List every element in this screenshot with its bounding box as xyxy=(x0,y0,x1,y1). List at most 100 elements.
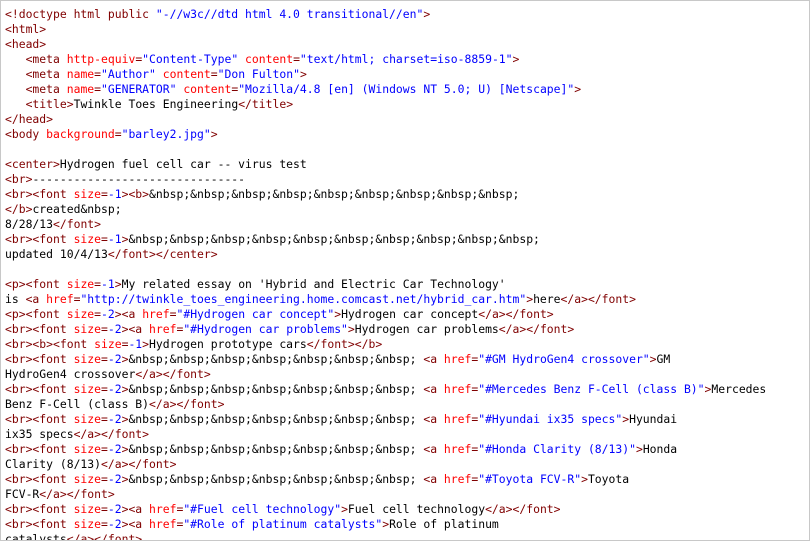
tag-token: = xyxy=(101,502,108,516)
tag-token: = xyxy=(94,82,102,96)
attribute-token: href xyxy=(149,502,177,516)
text-token: here xyxy=(533,292,561,306)
tag-token: = xyxy=(101,187,108,201)
tag-token: </a></font> xyxy=(135,367,211,381)
source-line xyxy=(5,262,766,277)
html-source-code[interactable]: <!doctype html public "-//w3c//dtd html … xyxy=(5,7,766,541)
value-token: -2 xyxy=(107,502,122,516)
tag-token: </font></b> xyxy=(306,337,383,351)
tag-token: <br><b><font xyxy=(5,337,95,351)
tag-token: <html> xyxy=(5,22,47,36)
attribute-token: size xyxy=(73,382,102,396)
tag-token: = xyxy=(101,517,108,531)
tag-token: </head> xyxy=(5,112,54,126)
tag-token: <meta xyxy=(25,82,67,96)
value-token: -1 xyxy=(107,232,122,246)
tag-token: = xyxy=(101,322,108,336)
tag-token: > xyxy=(635,442,643,456)
attribute-token: href xyxy=(149,322,177,336)
text-token: &nbsp;&nbsp;&nbsp;&nbsp;&nbsp;&nbsp;&nbs… xyxy=(128,382,424,396)
text-token: updated 10/4/13 xyxy=(5,247,108,261)
value-token: -2 xyxy=(107,442,122,456)
tag-token: > xyxy=(649,352,657,366)
tag-token: <meta xyxy=(25,52,67,66)
tag-token: > xyxy=(210,127,218,141)
tag-token: > xyxy=(574,82,582,96)
tag-token: ><b> xyxy=(121,187,150,201)
source-line: <p><font size=-2><a href="#Hydrogen car … xyxy=(5,307,766,322)
tag-token: </a></font> xyxy=(101,457,177,471)
tag-token: </a></font> xyxy=(478,307,554,321)
source-line: <center>Hydrogen fuel cell car -- virus … xyxy=(5,157,766,172)
source-line: <body background="barley2.jpg"> xyxy=(5,127,766,142)
source-line: <br><font size=-2>&nbsp;&nbsp;&nbsp;&nbs… xyxy=(5,352,766,367)
source-line: catalysts</a></font> xyxy=(5,532,766,541)
source-line: Clarity (8/13)</a></font> xyxy=(5,457,766,472)
value-token: -2 xyxy=(107,352,122,366)
attribute-token: name xyxy=(66,82,95,96)
tag-token: ><a xyxy=(121,517,150,531)
value-token: -1 xyxy=(128,337,143,351)
tag-token: <title> xyxy=(25,97,74,111)
text-token: Benz F-Cell (class B) xyxy=(5,397,150,411)
source-line: <br><font size=-2><a href="#Fuel cell te… xyxy=(5,502,766,517)
text-token: GM xyxy=(656,352,671,366)
attribute-token: size xyxy=(73,442,102,456)
source-line: FCV-R</a></font> xyxy=(5,487,766,502)
value-token: -1 xyxy=(107,187,122,201)
value-token: "http://twinkle_toes_engineering.home.co… xyxy=(80,292,527,306)
tag-token: = xyxy=(101,472,108,486)
tag-token: > xyxy=(142,337,150,351)
attribute-token: size xyxy=(73,232,102,246)
tag-token: = xyxy=(101,232,108,246)
tag-token: </a></font> xyxy=(485,502,561,516)
source-line: <html> xyxy=(5,22,766,37)
tag-token: <br><font xyxy=(5,442,74,456)
value-token: -2 xyxy=(107,322,122,336)
tag-token: = xyxy=(94,307,102,321)
source-line: <br><font size=-2><a href="#Hydrogen car… xyxy=(5,322,766,337)
value-token: "#Hydrogen car problems" xyxy=(183,322,348,336)
value-token: "#Hydrogen car concept" xyxy=(176,307,335,321)
attribute-token: size xyxy=(94,337,122,351)
tag-token: <a xyxy=(423,442,444,456)
text-token: Role of platinum xyxy=(389,517,499,531)
attribute-token: href xyxy=(443,352,472,366)
source-line: <!doctype html public "-//w3c//dtd html … xyxy=(5,7,766,22)
source-line: HydroGen4 crossover</a></font> xyxy=(5,367,766,382)
tag-token: </a></font> xyxy=(560,292,636,306)
value-token: "text/html; charset=iso-8859-1" xyxy=(299,52,513,66)
text-token: Twinkle Toes Engineering xyxy=(73,97,239,111)
attribute-token: href xyxy=(443,472,472,486)
text-token: ix35 specs xyxy=(5,427,74,441)
source-line: Benz F-Cell (class B)</a></font> xyxy=(5,397,766,412)
attribute-token: href xyxy=(149,517,177,531)
tag-token: </b> xyxy=(5,202,33,216)
attribute-token: href xyxy=(443,412,472,426)
tag-token: > xyxy=(299,67,307,81)
tag-token: <body xyxy=(5,127,47,141)
tag-token: </font></center> xyxy=(107,247,218,261)
source-line: <br><font size=-2>&nbsp;&nbsp;&nbsp;&nbs… xyxy=(5,412,766,427)
value-token: "barley2.jpg" xyxy=(121,127,211,141)
value-token: "#Toyota FCV-R" xyxy=(478,472,582,486)
value-token: "Mozilla/4.8 [en] (Windows NT 5.0; U) [N… xyxy=(238,82,575,96)
source-line: <br><font size=-1><b>&nbsp;&nbsp;&nbsp;&… xyxy=(5,187,766,202)
text-token: Hydrogen car problems xyxy=(354,322,499,336)
source-line: <meta name="Author" content="Don Fulton"… xyxy=(5,67,766,82)
text-token: Fuel cell technology xyxy=(347,502,486,516)
tag-token: </a></font> xyxy=(66,532,143,541)
tag-token: > xyxy=(512,52,520,66)
source-view-pane[interactable]: <!doctype html public "-//w3c//dtd html … xyxy=(0,0,810,541)
tag-token: </title> xyxy=(238,97,294,111)
source-line: <br><font size=-2>&nbsp;&nbsp;&nbsp;&nbs… xyxy=(5,472,766,487)
attribute-token: name xyxy=(66,67,95,81)
tag-token: <br><font xyxy=(5,232,74,246)
value-token: "Content-Type" xyxy=(142,52,239,66)
attribute-token: size xyxy=(73,352,102,366)
text-token: Toyota xyxy=(587,472,630,486)
source-line: <br><font size=-2>&nbsp;&nbsp;&nbsp;&nbs… xyxy=(5,442,766,457)
